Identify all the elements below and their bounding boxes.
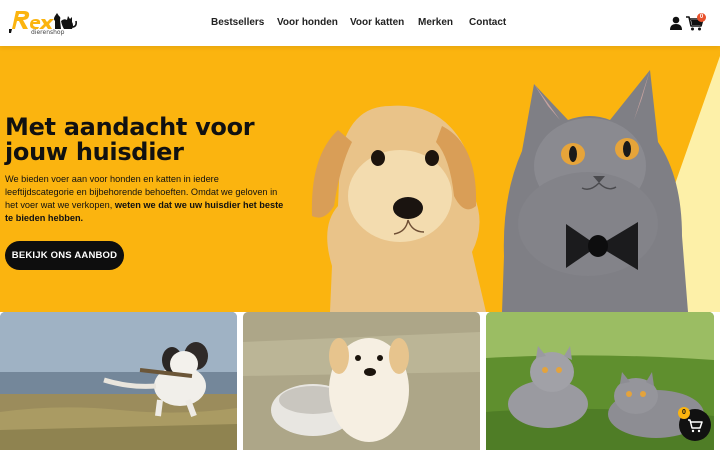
page: dierenshop Bestsellers Voor honden Voor … [0,0,720,450]
cat-illustration [502,70,688,312]
main-nav: Bestsellers Voor honden Voor katten Merk… [0,17,720,31]
hero-dog-and-cat-image [311,70,688,312]
nav-item-voor-katten[interactable]: Voor katten [350,17,404,28]
cart-count-badge: 0 [697,13,706,22]
photo-tile-golden-puppy[interactable] [243,312,480,450]
hero-title: Met aandacht voor jouw huisdier [5,113,255,166]
puppy-illustration [311,105,486,312]
hero-description: We bieden voer aan voor honden en katten… [5,173,285,225]
photo-tile-running-spaniel[interactable] [0,312,237,450]
nav-item-voor-honden[interactable]: Voor honden [277,17,338,28]
nav-item-merken[interactable]: Merken [418,17,453,28]
user-icon[interactable] [670,16,682,30]
hero-banner: Met aandacht voor jouw huisdier We biede… [0,46,720,312]
shop-offer-button[interactable]: BEKIJK ONS AANBOD [5,241,124,270]
floating-cart-count-badge: 0 [678,407,690,419]
site-header: dierenshop Bestsellers Voor honden Voor … [0,0,720,46]
nav-item-bestsellers[interactable]: Bestsellers [211,17,264,28]
nav-item-contact[interactable]: Contact [469,17,506,28]
